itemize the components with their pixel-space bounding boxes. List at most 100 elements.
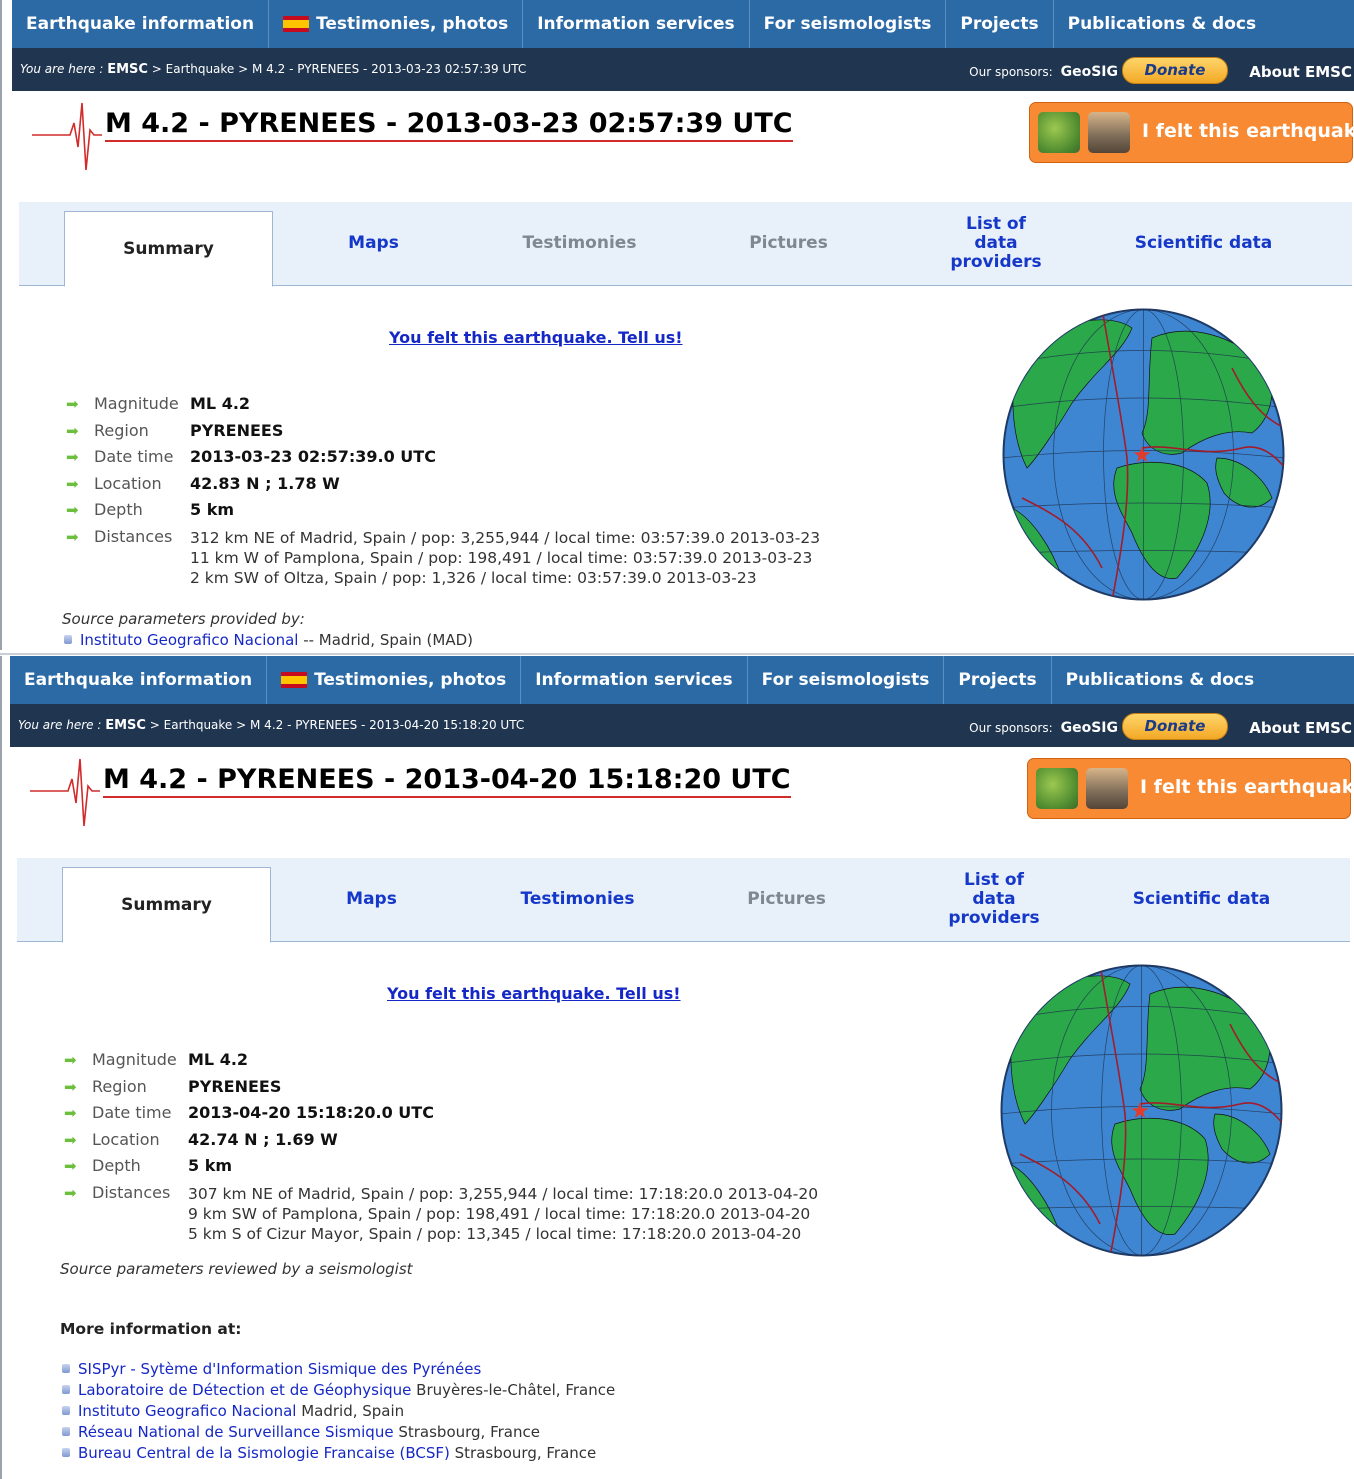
breadcrumb-bar: You are here : EMSC > Earthquake > M 4.2… <box>12 48 1354 91</box>
breadcrumb-sep: > <box>145 718 164 732</box>
more-info-list: SISPyr - Sytème d'Information Sismique d… <box>62 1359 615 1464</box>
breadcrumb-earthquake[interactable]: Earthquake <box>166 62 235 76</box>
location-value: 42.83 N ; 1.78 W <box>190 473 340 493</box>
tab-list-of-data-providers[interactable]: List of data providers <box>891 858 1097 941</box>
globe-map[interactable]: ★ <box>1000 964 1283 1257</box>
more-info-link[interactable]: SISPyr - Sytème d'Information Sismique d… <box>78 1360 481 1378</box>
event-page-2: Earthquake information Testimonies, phot… <box>0 656 1354 1479</box>
tab-testimonies: Testimonies <box>522 233 637 253</box>
magnitude-value: ML 4.2 <box>188 1050 249 1069</box>
distance-line: 9 km SW of Pamplona, Spain / pop: 198,49… <box>188 1205 811 1223</box>
bullet-icon <box>62 1364 70 1373</box>
breadcrumb: You are here : EMSC > Earthquake > M 4.2… <box>20 62 526 77</box>
arrow-icon: ➡ <box>66 501 79 519</box>
i-felt-button[interactable]: I felt this earthquake <box>1029 102 1354 163</box>
breadcrumb-prefix: You are here : <box>18 718 106 732</box>
distance-line: 312 km NE of Madrid, Spain / pop: 3,255,… <box>190 529 821 547</box>
spain-flag-icon <box>281 672 308 688</box>
more-info-location: Bruyères-le-Châtel, France <box>411 1381 616 1399</box>
sponsor-geosig[interactable]: GeoSIG <box>1061 64 1118 80</box>
nav-label: Testimonies, photos <box>316 14 509 34</box>
list-item: Bureau Central de la Sismologie Francais… <box>62 1443 615 1464</box>
region-value: PYRENEES <box>190 420 284 440</box>
nav-testimonies-photos[interactable]: Testimonies, photos <box>267 656 522 704</box>
more-info-link[interactable]: Réseau National de Surveillance Sismique <box>78 1423 394 1441</box>
seismogram-logo-icon <box>32 102 102 171</box>
nav-for-seismologists[interactable]: For seismologists <box>748 656 945 704</box>
i-felt-button[interactable]: I felt this earthquake <box>1027 758 1354 819</box>
tab-summary[interactable]: Summary <box>62 867 271 943</box>
tab-list-of-data-providers[interactable]: List of data providers <box>893 202 1099 285</box>
tab-scientific-data[interactable]: Scientific data <box>1098 858 1305 941</box>
page-title: M 4.2 - PYRENEES - 2013-04-20 15:18:20 U… <box>103 764 791 798</box>
arrow-icon: ➡ <box>64 1077 77 1096</box>
breadcrumb-emsc[interactable]: EMSC <box>107 62 148 77</box>
nav-for-seismologists[interactable]: For seismologists <box>750 0 947 48</box>
datetime-value: 2013-03-23 02:57:39.0 UTC <box>190 447 436 466</box>
i-felt-label: I felt this earthquake <box>1140 776 1354 798</box>
breadcrumb-event: M 4.2 - PYRENEES - 2013-03-23 02:57:39 U… <box>252 62 527 76</box>
epicenter-star-icon: ★ <box>1132 443 1152 468</box>
nav-publications-docs[interactable]: Publications & docs <box>1054 0 1271 48</box>
provider-link[interactable]: Instituto Geografico Nacional <box>80 631 298 649</box>
breadcrumb-sep: > <box>232 718 251 732</box>
about-emsc-link[interactable]: About EMSC <box>1249 719 1352 737</box>
tab-testimonies[interactable]: Testimonies <box>474 858 681 941</box>
nav-earthquake-information[interactable]: Earthquake information <box>10 656 268 704</box>
location-value: 42.74 N ; 1.69 W <box>188 1129 338 1149</box>
main-nav: Earthquake information Testimonies, phot… <box>12 0 1354 48</box>
nav-information-services[interactable]: Information services <box>523 0 750 48</box>
tab-maps[interactable]: Maps <box>270 202 477 285</box>
nav-earthquake-information[interactable]: Earthquake information <box>12 0 270 48</box>
more-info-location: Strasbourg, France <box>393 1423 540 1441</box>
tab-scientific-data[interactable]: Scientific data <box>1100 202 1307 285</box>
more-info-location: Madrid, Spain <box>296 1402 405 1420</box>
more-info-link[interactable]: Bureau Central de la Sismologie Francais… <box>78 1444 450 1462</box>
tab-bar: Summary Maps Testimonies Pictures List o… <box>19 202 1352 287</box>
source-note: Source parameters provided by: <box>62 610 305 628</box>
breadcrumb-prefix: You are here : <box>20 62 108 76</box>
main-nav: Earthquake information Testimonies, phot… <box>10 656 1354 704</box>
bullet-icon <box>62 1406 70 1415</box>
datetime-value: 2013-04-20 15:18:20.0 UTC <box>188 1103 434 1122</box>
list-item: Instituto Geografico Nacional -- Madrid,… <box>64 630 473 650</box>
tab-pictures: Pictures <box>749 233 828 253</box>
arrow-icon: ➡ <box>64 1183 77 1202</box>
breadcrumb-sep: > <box>234 62 253 76</box>
donate-button[interactable]: Donate <box>1122 57 1228 84</box>
nav-information-services[interactable]: Information services <box>521 656 748 704</box>
arrow-icon: ➡ <box>64 1051 77 1069</box>
sponsor-geosig[interactable]: GeoSIG <box>1061 720 1118 736</box>
arrow-icon: ➡ <box>66 474 79 493</box>
nav-projects[interactable]: Projects <box>946 0 1054 48</box>
globe-map[interactable]: ★ <box>1002 308 1285 601</box>
arrow-icon: ➡ <box>66 527 79 546</box>
tell-us-link[interactable]: You felt this earthquake. Tell us! <box>387 984 681 1003</box>
distance-line: 11 km W of Pamplona, Spain / pop: 198,49… <box>190 549 813 567</box>
arrow-icon: ➡ <box>66 448 79 466</box>
breadcrumb-event: M 4.2 - PYRENEES - 2013-04-20 15:18:20 U… <box>250 718 525 732</box>
tab-maps[interactable]: Maps <box>268 858 475 941</box>
distance-line: 2 km SW of Oltza, Spain / pop: 1,326 / l… <box>190 569 757 587</box>
page-title: M 4.2 - PYRENEES - 2013-03-23 02:57:39 U… <box>105 108 793 142</box>
nav-projects[interactable]: Projects <box>944 656 1052 704</box>
seismogram-logo-icon <box>30 758 100 827</box>
nav-publications-docs[interactable]: Publications & docs <box>1052 656 1269 704</box>
about-emsc-link[interactable]: About EMSC <box>1249 63 1352 81</box>
bullet-icon <box>62 1427 70 1436</box>
breadcrumb-bar: You are here : EMSC > Earthquake > M 4.2… <box>10 704 1354 747</box>
breadcrumb: You are here : EMSC > Earthquake > M 4.2… <box>18 718 524 733</box>
breadcrumb-emsc[interactable]: EMSC <box>105 718 146 733</box>
nav-testimonies-photos[interactable]: Testimonies, photos <box>269 0 524 48</box>
arrow-icon: ➡ <box>66 395 79 413</box>
more-info-link[interactable]: Instituto Geografico Nacional <box>78 1402 296 1420</box>
sponsors-label: Our sponsors: <box>969 65 1053 79</box>
donate-button[interactable]: Donate <box>1122 713 1228 740</box>
distances-list: 312 km NE of Madrid, Spain / pop: 3,255,… <box>190 528 820 588</box>
more-info-link[interactable]: Laboratoire de Détection et de Géophysiq… <box>78 1381 411 1399</box>
depth-value: 5 km <box>188 1156 233 1175</box>
breadcrumb-earthquake[interactable]: Earthquake <box>164 718 233 732</box>
provider-list: Instituto Geografico Nacional -- Madrid,… <box>64 630 473 650</box>
tell-us-link[interactable]: You felt this earthquake. Tell us! <box>389 328 683 347</box>
tab-summary[interactable]: Summary <box>64 211 273 287</box>
